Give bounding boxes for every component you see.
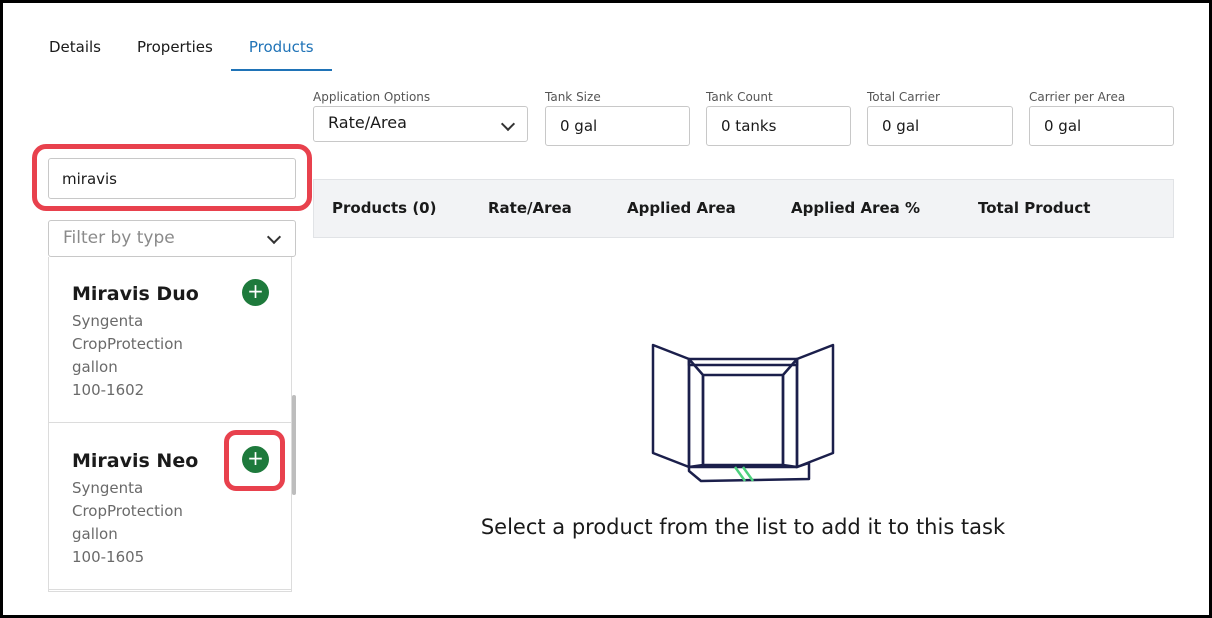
product-unit: gallon xyxy=(72,525,118,543)
open-box-icon xyxy=(651,343,835,483)
application-options-field: Application Options Rate/Area xyxy=(313,89,528,142)
column-header-products: Products (0) xyxy=(332,199,437,217)
tank-count-input[interactable]: 0 tanks xyxy=(706,106,851,146)
list-item: Miravis Duo Syngenta CropProtection gall… xyxy=(49,257,291,423)
product-manufacturer-division: CropProtection xyxy=(72,335,183,353)
empty-state-message: Select a product from the list to add it… xyxy=(480,515,1006,539)
product-name: Miravis Neo xyxy=(72,450,199,472)
list-scrollbar[interactable] xyxy=(292,395,296,495)
carrier-per-area-input[interactable]: 0 gal xyxy=(1029,106,1174,146)
total-carrier-field: Total Carrier 0 gal xyxy=(867,89,1013,146)
tab-details[interactable]: Details xyxy=(31,29,119,69)
tab-properties[interactable]: Properties xyxy=(119,29,231,69)
product-manufacturer: Syngenta xyxy=(72,479,144,497)
total-carrier-input[interactable]: 0 gal xyxy=(867,106,1013,146)
application-options-value: Rate/Area xyxy=(328,113,407,132)
add-button-highlight-outline xyxy=(224,430,285,491)
filter-placeholder: Filter by type xyxy=(63,228,175,248)
total-carrier-label: Total Carrier xyxy=(867,90,940,104)
chevron-down-icon xyxy=(500,116,516,132)
tank-count-label: Tank Count xyxy=(706,90,773,104)
product-name: Miravis Duo xyxy=(72,283,199,305)
column-header-applied-area: Applied Area xyxy=(627,199,736,217)
application-options-label: Application Options xyxy=(313,90,431,104)
product-editor-panel: Details Properties Products Application … xyxy=(0,0,1212,618)
tank-size-field: Tank Size 0 gal xyxy=(545,89,690,146)
product-list: Miravis Duo Syngenta CropProtection gall… xyxy=(48,257,292,592)
column-header-total-product: Total Product xyxy=(978,199,1091,217)
tab-bar: Details Properties Products xyxy=(31,29,332,71)
tank-size-input[interactable]: 0 gal xyxy=(545,106,690,146)
carrier-per-area-field: Carrier per Area 0 gal xyxy=(1029,89,1174,146)
carrier-per-area-label: Carrier per Area xyxy=(1029,90,1126,104)
product-unit: gallon xyxy=(72,358,118,376)
search-highlight-outline xyxy=(32,144,312,211)
product-manufacturer-division: CropProtection xyxy=(72,502,183,520)
product-code: 100-1602 xyxy=(72,381,145,399)
product-manufacturer: Syngenta xyxy=(72,312,144,330)
application-options-select[interactable]: Rate/Area xyxy=(313,106,528,142)
column-header-applied-area-percent: Applied Area % xyxy=(791,199,921,217)
add-product-button[interactable]: + xyxy=(242,279,269,306)
chevron-down-icon xyxy=(266,229,282,245)
tab-products[interactable]: Products xyxy=(230,29,332,71)
column-header-rate-area: Rate/Area xyxy=(488,199,572,217)
filter-by-type-select[interactable]: Filter by type xyxy=(48,220,296,257)
products-table-header: Products (0) Rate/Area Applied Area Appl… xyxy=(313,179,1174,238)
product-code: 100-1605 xyxy=(72,548,145,566)
tank-size-label: Tank Size xyxy=(545,90,601,104)
tank-count-field: Tank Count 0 tanks xyxy=(706,89,851,146)
